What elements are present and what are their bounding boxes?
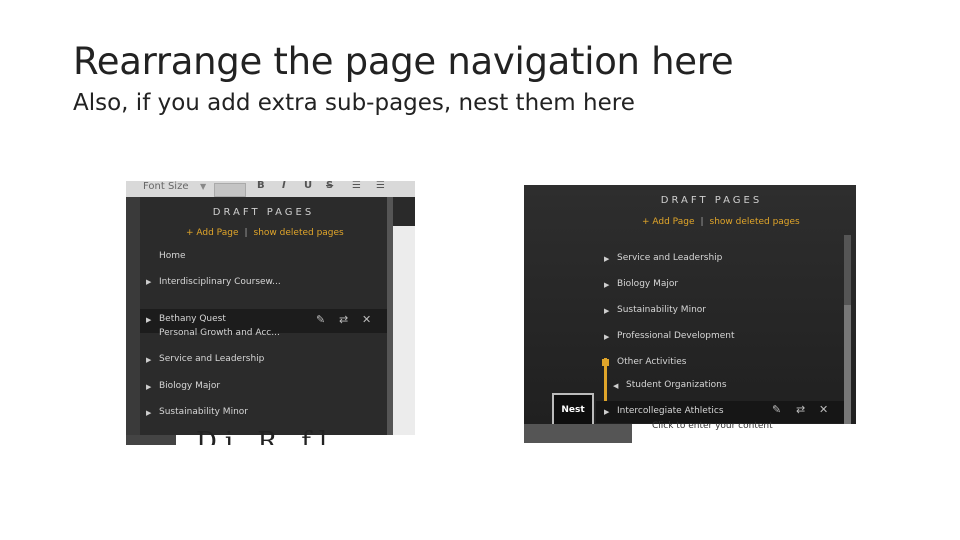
page-item-service-leadership[interactable]: Service and Leadership bbox=[159, 354, 264, 364]
move-icon[interactable]: ⇄ bbox=[796, 403, 805, 416]
move-icon[interactable]: ⇄ bbox=[339, 313, 348, 326]
action-separator: | bbox=[700, 217, 704, 227]
panel-actions: + Add Page | show deleted pages bbox=[186, 228, 344, 238]
expand-arrow-icon[interactable]: ▶ bbox=[146, 278, 151, 286]
right-screenshot: DRAFT PAGES + Add Page | show deleted page… bbox=[524, 185, 856, 443]
page-item-intercollegiate-athletics[interactable]: Intercollegiate Athletics bbox=[617, 406, 724, 416]
collapse-arrow-icon[interactable]: ◀ bbox=[613, 382, 618, 390]
page-item-service-leadership[interactable]: Service and Leadership bbox=[617, 253, 722, 263]
action-separator: | bbox=[244, 228, 248, 238]
expand-arrow-icon[interactable]: ▶ bbox=[604, 333, 609, 341]
expand-arrow-icon[interactable]: ▶ bbox=[604, 281, 609, 289]
page-item-student-organizations[interactable]: Student Organizations bbox=[626, 380, 727, 390]
show-deleted-link[interactable]: show deleted pages bbox=[710, 217, 800, 227]
add-page-link[interactable]: + Add Page bbox=[642, 217, 694, 227]
slide-subtitle: Also, if you add extra sub-pages, nest t… bbox=[73, 90, 635, 116]
editor-toolbar: Font Size ▼ B I U S ☰ ☰ bbox=[126, 181, 415, 197]
font-size-input[interactable] bbox=[214, 183, 246, 197]
page-item-other-activities[interactable]: Other Activities bbox=[617, 357, 686, 367]
page-item-sustainability-minor[interactable]: Sustainability Minor bbox=[617, 305, 706, 315]
delete-icon[interactable]: ✕ bbox=[819, 403, 828, 416]
expand-arrow-icon[interactable]: ▶ bbox=[146, 316, 151, 324]
left-screenshot: Font Size ▼ B I U S ☰ ☰ DRAFT PAGES + Ad… bbox=[126, 181, 415, 445]
editor-content-text: Di R fl bbox=[196, 427, 336, 445]
bold-button[interactable]: B bbox=[257, 181, 265, 191]
page-item-sustainability-minor[interactable]: Sustainability Minor bbox=[159, 407, 248, 417]
page-item-biology-major[interactable]: Biology Major bbox=[159, 381, 220, 391]
page-item-personal-growth[interactable]: Personal Growth and Acc... bbox=[159, 328, 280, 338]
add-page-link[interactable]: + Add Page bbox=[186, 228, 238, 238]
font-size-select[interactable]: Font Size bbox=[143, 181, 188, 192]
strike-icon[interactable]: S bbox=[326, 181, 333, 191]
dropdown-arrow-icon[interactable]: ▼ bbox=[200, 182, 206, 191]
list-number-icon[interactable]: ☰ bbox=[376, 181, 385, 191]
panel-title: DRAFT PAGES bbox=[660, 195, 763, 206]
panel-actions: + Add Page | show deleted pages bbox=[642, 217, 800, 227]
underline-button[interactable]: U bbox=[304, 181, 312, 191]
panel-title: DRAFT PAGES bbox=[212, 207, 315, 218]
slide-title: Rearrange the page navigation here bbox=[73, 40, 734, 83]
page-item-interdisciplinary[interactable]: Interdisciplinary Coursew... bbox=[159, 277, 281, 287]
page-item-biology-major[interactable]: Biology Major bbox=[617, 279, 678, 289]
editor-content-placeholder: Click to enter your content bbox=[652, 421, 773, 431]
edit-pencil-icon[interactable]: ✎ bbox=[316, 313, 325, 326]
expand-arrow-icon[interactable]: ▶ bbox=[146, 383, 151, 391]
bottom-pattern bbox=[524, 424, 632, 443]
italic-button[interactable]: I bbox=[282, 181, 286, 191]
expand-arrow-icon[interactable]: ▶ bbox=[146, 356, 151, 364]
list-bullet-icon[interactable]: ☰ bbox=[352, 181, 361, 191]
delete-icon[interactable]: ✕ bbox=[362, 313, 371, 326]
page-item-professional-development[interactable]: Professional Development bbox=[617, 331, 735, 341]
scrollbar-thumb[interactable] bbox=[844, 305, 851, 425]
expand-arrow-icon[interactable]: ▶ bbox=[604, 408, 609, 416]
editor-left-strip bbox=[126, 197, 140, 435]
nest-indicator-marker bbox=[602, 359, 609, 366]
show-deleted-link[interactable]: show deleted pages bbox=[254, 228, 344, 238]
expand-arrow-icon[interactable]: ▶ bbox=[146, 409, 151, 417]
page-item-home[interactable]: Home bbox=[159, 251, 186, 261]
editor-content-area bbox=[393, 226, 415, 445]
page-item-bethany-quest[interactable]: Bethany Quest bbox=[159, 314, 226, 324]
bottom-pattern bbox=[126, 435, 176, 445]
expand-arrow-icon[interactable]: ▶ bbox=[604, 255, 609, 263]
edit-pencil-icon[interactable]: ✎ bbox=[772, 403, 781, 416]
expand-arrow-icon[interactable]: ▶ bbox=[604, 307, 609, 315]
